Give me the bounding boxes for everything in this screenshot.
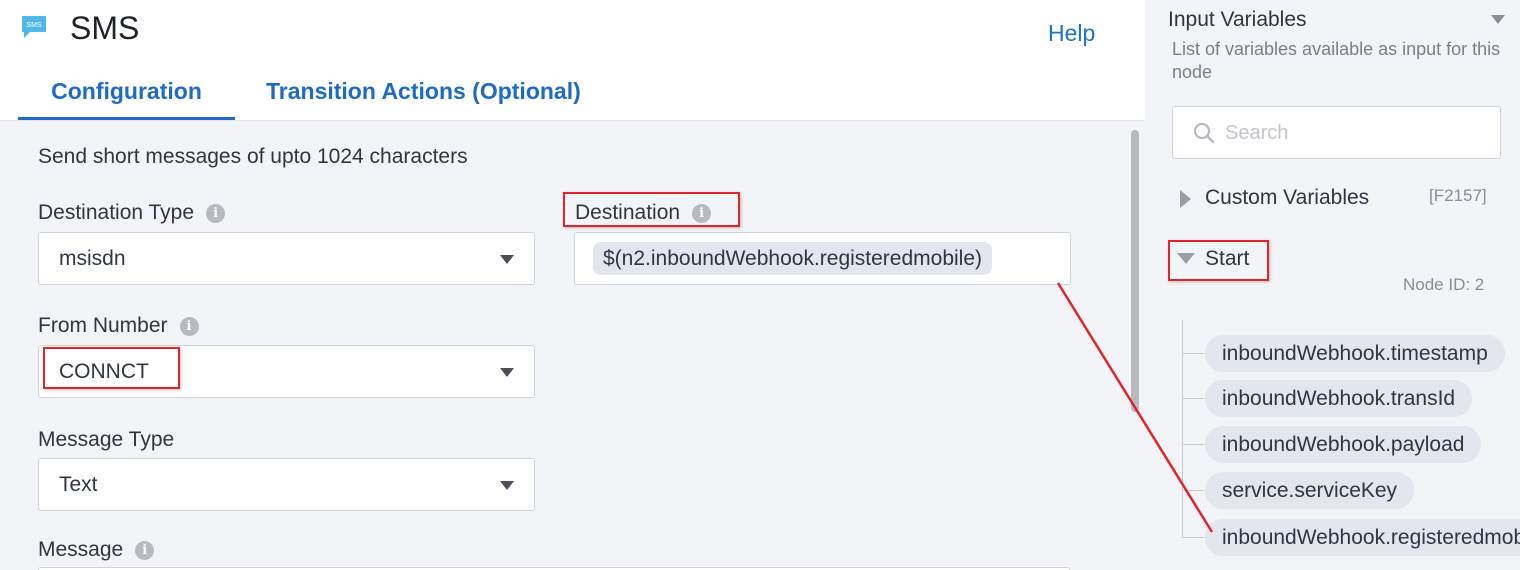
custom-variables-code: [F2157] <box>1429 186 1487 205</box>
tab-transition-actions[interactable]: Transition Actions (Optional) <box>266 78 581 120</box>
destination-highlight-box <box>563 192 740 227</box>
vertical-scrollbar[interactable] <box>1131 130 1139 412</box>
tree-branch <box>1182 444 1204 445</box>
destination-type-value: msisdn <box>59 247 126 270</box>
info-icon[interactable]: i <box>179 317 199 336</box>
custom-variables-toggle[interactable]: Custom Variables <box>1205 186 1369 210</box>
page-title: SMS <box>70 10 140 46</box>
message-type-value: Text <box>59 473 98 496</box>
message-type-select[interactable]: Text <box>38 458 535 511</box>
sms-chat-icon: SMS <box>22 16 46 38</box>
variable-chip[interactable]: service.serviceKey <box>1205 472 1415 509</box>
variable-search-box[interactable] <box>1172 106 1501 159</box>
variable-chip[interactable]: inboundWebhook.timestamp <box>1205 335 1505 372</box>
input-variables-subtitle: List of variables available as input for… <box>1172 39 1501 82</box>
panel-header: SMS SMS Help Configuration Transition Ac… <box>0 0 1145 121</box>
node-description: Send short messages of upto 1024 charact… <box>38 145 468 168</box>
chevron-down-icon <box>500 368 514 377</box>
start-highlight-box <box>1168 240 1269 281</box>
input-variables-panel: Input Variables List of variables availa… <box>1145 0 1520 570</box>
variable-chip[interactable]: inboundWebhook.payload <box>1205 426 1482 463</box>
config-panel: SMS SMS Help Configuration Transition Ac… <box>0 0 1145 570</box>
search-icon <box>1193 122 1215 144</box>
destination-type-select[interactable]: msisdn <box>38 232 535 285</box>
message-type-label: Message Type <box>38 428 175 451</box>
expand-triangle-icon[interactable] <box>1180 190 1191 208</box>
input-variables-title: Input Variables <box>1168 8 1307 31</box>
tree-branch <box>1182 353 1204 354</box>
variable-chip[interactable]: inboundWebhook.transId <box>1205 380 1473 417</box>
chevron-down-icon <box>500 255 514 264</box>
destination-field[interactable]: $(n2.inboundWebhook.registeredmobile) <box>574 232 1071 285</box>
chevron-down-icon <box>500 481 514 490</box>
sms-icon-text: SMS <box>26 22 42 29</box>
help-link[interactable]: Help <box>1048 20 1095 47</box>
from-number-label: From Number i <box>38 314 199 338</box>
from-number-label-text: From Number <box>38 314 168 337</box>
variable-search-input[interactable] <box>1225 119 1485 147</box>
tree-branch <box>1182 398 1204 399</box>
form-content: Send short messages of upto 1024 charact… <box>0 121 1145 570</box>
tree-branch <box>1182 537 1204 538</box>
message-label-text: Message <box>38 538 124 561</box>
destination-type-label-text: Destination Type <box>38 201 195 224</box>
destination-variable-chip[interactable]: $(n2.inboundWebhook.registeredmobile) <box>593 242 993 275</box>
from-number-highlight-box <box>43 347 180 389</box>
tree-branch <box>1182 490 1204 491</box>
destination-type-label: Destination Type i <box>38 201 226 225</box>
tab-configuration[interactable]: Configuration <box>18 78 235 120</box>
node-id: Node ID: 2 <box>1403 275 1485 294</box>
collapse-panel-icon[interactable] <box>1491 15 1505 24</box>
variable-chip[interactable]: inboundWebhook.registeredmobile <box>1205 519 1520 556</box>
info-icon[interactable]: i <box>206 204 226 223</box>
info-icon[interactable]: i <box>135 541 155 560</box>
message-label: Message i <box>38 538 155 562</box>
